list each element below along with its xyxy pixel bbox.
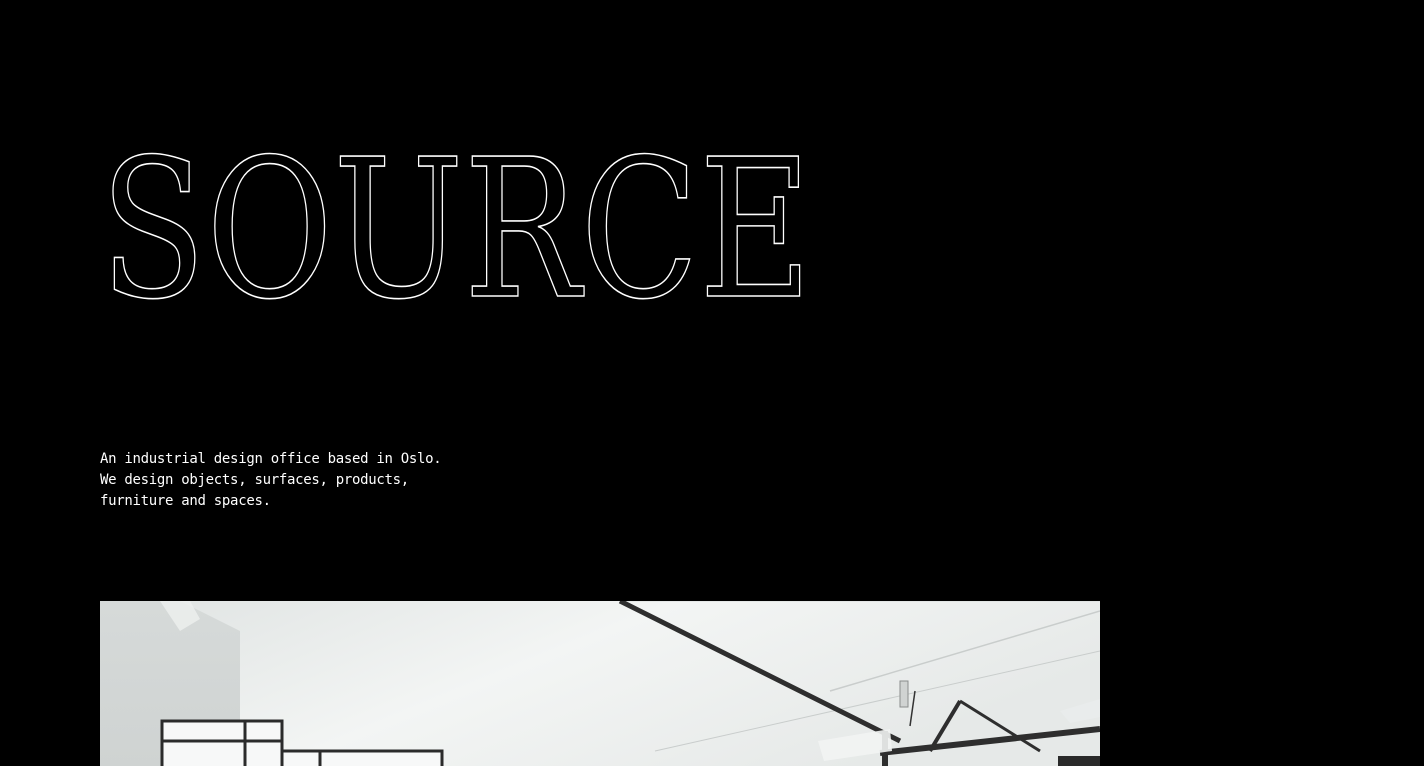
wordmark-text: SOURCE [100,119,812,342]
beam-end [1058,756,1100,766]
page-title: SOURCE [99,118,840,343]
studio-photo-illustration [100,601,1100,766]
intro-line: We design objects, surfaces, products, [100,472,409,488]
intro-line: furniture and spaces. [100,493,271,509]
intro-line: An industrial design office based in Osl… [100,451,442,467]
intro-text: An industrial design office based in Osl… [100,449,520,512]
outline-wordmark: SOURCE [99,118,813,343]
studio-photo [100,601,1100,766]
